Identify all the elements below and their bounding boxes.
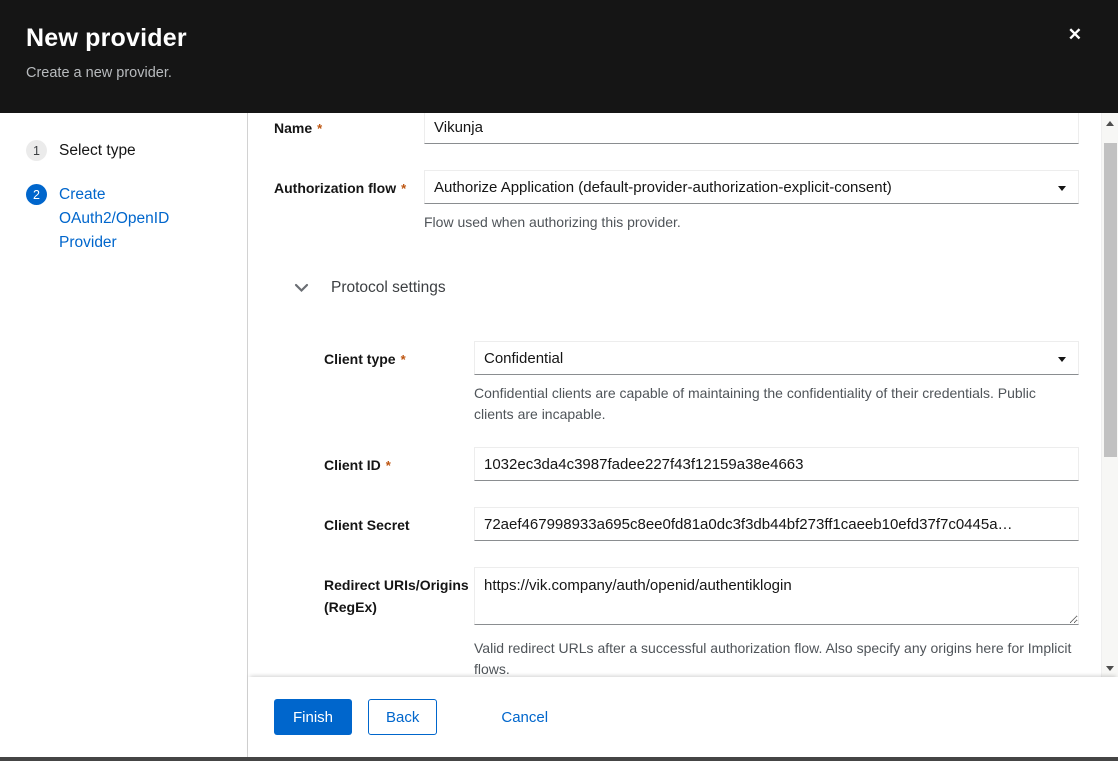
scroll-down-arrow-icon[interactable] xyxy=(1106,666,1114,671)
redirect-uris-textarea[interactable]: https://vik.company/auth/openid/authenti… xyxy=(474,567,1079,625)
client-type-select[interactable]: Confidential xyxy=(474,341,1079,375)
required-asterisk: * xyxy=(317,121,322,136)
field-row-name: Name* xyxy=(274,113,1101,144)
required-asterisk: * xyxy=(386,458,391,473)
new-provider-modal: New provider Create a new provider. ✕ 1 … xyxy=(0,0,1118,761)
caret-down-icon xyxy=(1058,186,1066,191)
authorization-flow-select[interactable]: Authorize Application (default-provider-… xyxy=(424,170,1079,204)
cancel-button[interactable]: Cancel xyxy=(501,699,548,735)
client-type-help: Confidential clients are capable of main… xyxy=(474,383,1079,425)
finish-button[interactable]: Finish xyxy=(274,699,352,735)
redirect-uris-label: Redirect URIs/Origins (RegEx) xyxy=(324,567,474,677)
client-id-label: Client ID* xyxy=(324,447,474,481)
field-row-client-secret: Client Secret xyxy=(324,507,1101,541)
close-icon[interactable]: ✕ xyxy=(1068,26,1082,43)
required-asterisk: * xyxy=(401,181,406,196)
client-type-label: Client type* xyxy=(324,341,474,425)
wizard-nav: 1 Select type 2 Create OAuth2/OpenID Pro… xyxy=(0,113,248,757)
field-row-redirect-uris: Redirect URIs/Origins (RegEx) https://vi… xyxy=(324,567,1101,677)
authorization-flow-help: Flow used when authorizing this provider… xyxy=(424,212,1079,233)
step-label: Select type xyxy=(59,139,136,163)
modal-header: New provider Create a new provider. ✕ xyxy=(0,0,1118,113)
caret-down-icon xyxy=(1058,357,1066,362)
wizard-main: Name* Authorization flow* Authorize Appl… xyxy=(248,113,1118,757)
scroll-up-arrow-icon[interactable] xyxy=(1106,121,1114,126)
selected-value: Authorize Application (default-provider-… xyxy=(434,179,892,196)
field-row-client-type: Client type* Confidential Confidential c… xyxy=(324,341,1101,425)
modal-body: 1 Select type 2 Create OAuth2/OpenID Pro… xyxy=(0,113,1118,757)
scrollbar-thumb[interactable] xyxy=(1104,143,1117,457)
field-row-authorization-flow: Authorization flow* Authorize Applicatio… xyxy=(274,170,1101,233)
wizard-step-create-provider[interactable]: 2 Create OAuth2/OpenID Provider xyxy=(26,183,247,255)
name-label: Name* xyxy=(274,113,424,144)
selected-value: Confidential xyxy=(484,350,563,367)
authorization-flow-label: Authorization flow* xyxy=(274,170,424,233)
name-input[interactable] xyxy=(424,113,1079,144)
protocol-settings-title: Protocol settings xyxy=(331,279,446,297)
field-row-client-id: Client ID* xyxy=(324,447,1101,481)
client-secret-input[interactable] xyxy=(474,507,1079,541)
protocol-settings-header: Protocol settings xyxy=(291,279,1101,297)
wizard-footer: Finish Back Cancel xyxy=(248,677,1118,757)
client-id-input[interactable] xyxy=(474,447,1079,481)
provider-form: Name* Authorization flow* Authorize Appl… xyxy=(248,113,1101,677)
step-number-badge: 1 xyxy=(26,140,47,161)
required-asterisk: * xyxy=(401,352,406,367)
protocol-settings-group: Client type* Confidential Confidential c… xyxy=(324,341,1101,677)
step-label: Create OAuth2/OpenID Provider xyxy=(59,183,181,255)
vertical-scrollbar[interactable] xyxy=(1101,113,1118,677)
client-secret-label: Client Secret xyxy=(324,507,474,541)
page-title: New provider xyxy=(26,24,1118,53)
page-backdrop-edge xyxy=(0,757,1118,761)
back-button[interactable]: Back xyxy=(368,699,437,735)
collapse-toggle-button[interactable] xyxy=(291,280,311,296)
step-number-badge: 2 xyxy=(26,184,47,205)
wizard-step-select-type[interactable]: 1 Select type xyxy=(26,139,247,163)
redirect-uris-help: Valid redirect URLs after a successful a… xyxy=(474,638,1079,677)
page-subtitle: Create a new provider. xyxy=(26,65,1118,81)
chevron-down-icon xyxy=(294,283,309,293)
